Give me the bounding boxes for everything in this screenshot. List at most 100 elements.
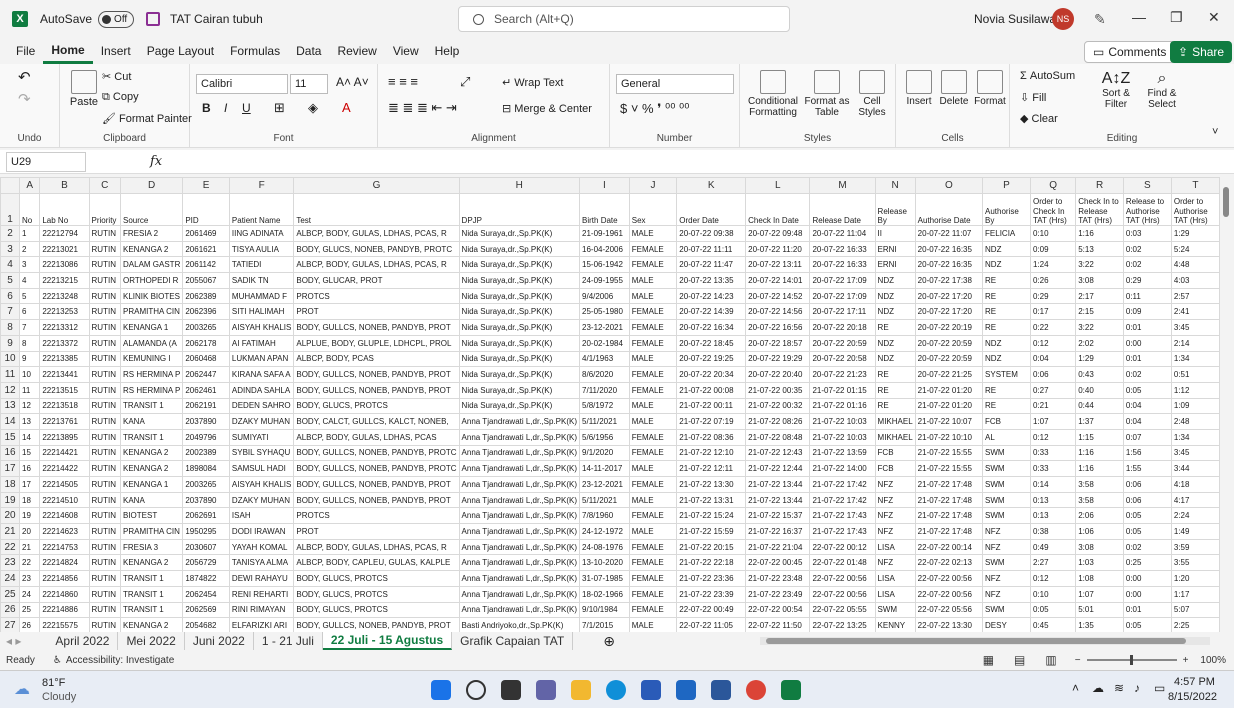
cell[interactable]: 1:09 bbox=[1170, 397, 1220, 415]
cell[interactable]: 20-07-22 18:57 bbox=[745, 334, 811, 352]
cell[interactable]: BODY, GULLCS, NONEB, PANDYB, PROTC bbox=[293, 460, 460, 477]
cell[interactable]: DESY bbox=[982, 617, 1031, 632]
cell[interactable]: RINI RIMAYAN bbox=[228, 601, 295, 619]
cell[interactable]: ALAMANDA (A bbox=[119, 334, 184, 352]
cell[interactable]: 0:06 bbox=[1122, 476, 1172, 493]
column-header[interactable]: K bbox=[676, 177, 747, 194]
cell[interactable]: ORTHOPEDI R bbox=[119, 272, 184, 289]
cell[interactable]: NFZ bbox=[874, 491, 916, 509]
cell[interactable]: NFZ bbox=[874, 476, 916, 493]
cell[interactable]: 2 bbox=[19, 240, 41, 258]
cell[interactable]: 22214510 bbox=[39, 491, 90, 509]
row-header[interactable]: 24 bbox=[0, 570, 21, 587]
cell[interactable]: 21-07-22 23:36 bbox=[676, 570, 747, 587]
cell[interactable]: 2:48 bbox=[1170, 413, 1220, 430]
cell[interactable]: 5:01 bbox=[1075, 601, 1124, 619]
cell[interactable]: BODY, GULLCS, NONEB, PANDYB, PROT bbox=[293, 319, 460, 336]
cell[interactable]: 1:35 bbox=[1075, 617, 1124, 632]
cell[interactable]: RUTIN bbox=[88, 319, 122, 336]
cell[interactable]: 21-07-22 08:48 bbox=[745, 428, 811, 446]
cell[interactable]: PROT bbox=[293, 303, 460, 321]
cell[interactable]: 21-07-22 15:55 bbox=[914, 460, 984, 477]
font-name-select[interactable]: Calibri bbox=[196, 74, 288, 94]
cell[interactable]: 22-07-22 13:30 bbox=[914, 617, 984, 632]
cell[interactable]: 21-07-22 01:15 bbox=[809, 381, 876, 399]
cell[interactable]: ELFARIZKI ARI bbox=[228, 617, 295, 632]
minimize-icon[interactable]: — bbox=[1132, 9, 1146, 25]
cell[interactable]: 7/8/1960 bbox=[579, 507, 630, 525]
cell[interactable]: NFZ bbox=[982, 523, 1031, 540]
cell[interactable]: 3:55 bbox=[1170, 554, 1220, 572]
cell[interactable]: Anna Tjandrawati L,dr.,Sp.PK(K) bbox=[458, 428, 581, 446]
column-header[interactable]: C bbox=[88, 177, 122, 194]
cell[interactable]: 23-12-2021 bbox=[579, 476, 630, 493]
cell[interactable]: FEMALE bbox=[628, 538, 678, 556]
cell[interactable]: MALE bbox=[628, 225, 678, 242]
cell[interactable]: SWM bbox=[982, 554, 1031, 572]
vertical-scrollbar[interactable] bbox=[1220, 177, 1234, 632]
header-cell[interactable]: Source bbox=[119, 193, 184, 226]
cell[interactable]: 2:02 bbox=[1075, 334, 1124, 352]
cut-button[interactable]: ✂ Cut bbox=[102, 70, 131, 83]
cell[interactable]: 21-07-22 08:36 bbox=[676, 428, 747, 446]
cell[interactable]: 0:00 bbox=[1122, 570, 1172, 587]
cell[interactable]: 0:29 bbox=[1029, 287, 1077, 305]
cell[interactable]: RE bbox=[982, 303, 1031, 321]
cell[interactable]: 2060468 bbox=[182, 350, 230, 368]
cell[interactable]: 20-07-22 17:20 bbox=[914, 303, 984, 321]
cell[interactable]: 2061469 bbox=[182, 225, 230, 242]
cell[interactable]: Nida Suraya,dr.,Sp.PK(K) bbox=[458, 319, 581, 336]
cell[interactable]: 1:15 bbox=[1075, 428, 1124, 446]
header-cell[interactable]: Patient Name bbox=[228, 193, 295, 226]
cell[interactable]: NDZ bbox=[874, 272, 916, 289]
column-header[interactable]: S bbox=[1122, 177, 1172, 194]
cell[interactable]: II bbox=[874, 225, 916, 242]
cell[interactable]: 4 bbox=[19, 272, 41, 289]
cell[interactable]: KLINIK BIOTES bbox=[119, 287, 184, 305]
cell[interactable]: Anna Tjandrawati L,dr.,Sp.PK(K) bbox=[458, 570, 581, 587]
cell[interactable]: 0:40 bbox=[1075, 381, 1124, 399]
cell[interactable]: DZAKY MUHAN bbox=[228, 413, 295, 430]
cell[interactable]: 4/1/1963 bbox=[579, 350, 630, 368]
cell[interactable]: 2:27 bbox=[1029, 554, 1077, 572]
cell[interactable]: 20 bbox=[19, 523, 41, 540]
cell[interactable]: 0:05 bbox=[1122, 617, 1172, 632]
cell[interactable]: KEMUNING I bbox=[119, 350, 184, 368]
cell[interactable]: Nida Suraya,dr.,Sp.PK(K) bbox=[458, 381, 581, 399]
cell[interactable]: 20-07-22 11:20 bbox=[745, 240, 811, 258]
cell[interactable]: RS HERMINA P bbox=[119, 381, 184, 399]
cell[interactable]: 1:24 bbox=[1029, 256, 1077, 274]
close-icon[interactable]: ✕ bbox=[1208, 9, 1220, 26]
cell[interactable]: 20-07-22 20:59 bbox=[914, 334, 984, 352]
cell[interactable]: KENANGA 2 bbox=[119, 554, 184, 572]
autosave-toggle[interactable]: Off bbox=[98, 10, 135, 28]
cell[interactable]: 22213086 bbox=[39, 256, 90, 274]
column-header[interactable]: R bbox=[1075, 177, 1124, 194]
cell[interactable]: 5:13 bbox=[1075, 240, 1124, 258]
header-cell[interactable]: PID bbox=[182, 193, 230, 226]
volume-icon[interactable]: ♪ bbox=[1134, 681, 1140, 695]
cell[interactable]: 1:03 bbox=[1075, 554, 1124, 572]
cell[interactable]: 7 bbox=[19, 319, 41, 336]
header-cell[interactable]: Order to Check In TAT (Hrs) bbox=[1029, 193, 1077, 226]
cell[interactable]: 22213515 bbox=[39, 381, 90, 399]
cell[interactable]: 0:33 bbox=[1029, 460, 1077, 477]
cell[interactable]: AISYAH KHALIS bbox=[228, 319, 295, 336]
formula-input[interactable] bbox=[168, 152, 1234, 172]
cell[interactable]: 2062447 bbox=[182, 366, 230, 383]
cell[interactable]: TISYA AULIA bbox=[228, 240, 295, 258]
cell[interactable]: KENANGA 2 bbox=[119, 444, 184, 462]
cell[interactable]: BODY, GLUCS, PROTCS bbox=[293, 570, 460, 587]
cell[interactable]: 0:09 bbox=[1029, 240, 1077, 258]
wifi-icon[interactable]: ≋ bbox=[1114, 681, 1124, 695]
cell[interactable]: TRANSIT 1 bbox=[119, 601, 184, 619]
cell[interactable]: KENANGA 1 bbox=[119, 476, 184, 493]
zoom-in-icon[interactable]: + bbox=[1183, 655, 1189, 666]
cell[interactable]: Nida Suraya,dr.,Sp.PK(K) bbox=[458, 303, 581, 321]
cell[interactable]: PRAMITHA CIN bbox=[119, 523, 184, 540]
cell[interactable]: 20-07-22 19:25 bbox=[676, 350, 747, 368]
chrome-icon[interactable] bbox=[746, 680, 766, 700]
cell[interactable]: 21-07-22 17:43 bbox=[809, 523, 876, 540]
cell[interactable]: 21-07-22 17:48 bbox=[914, 491, 984, 509]
row-header[interactable]: 5 bbox=[0, 272, 21, 289]
